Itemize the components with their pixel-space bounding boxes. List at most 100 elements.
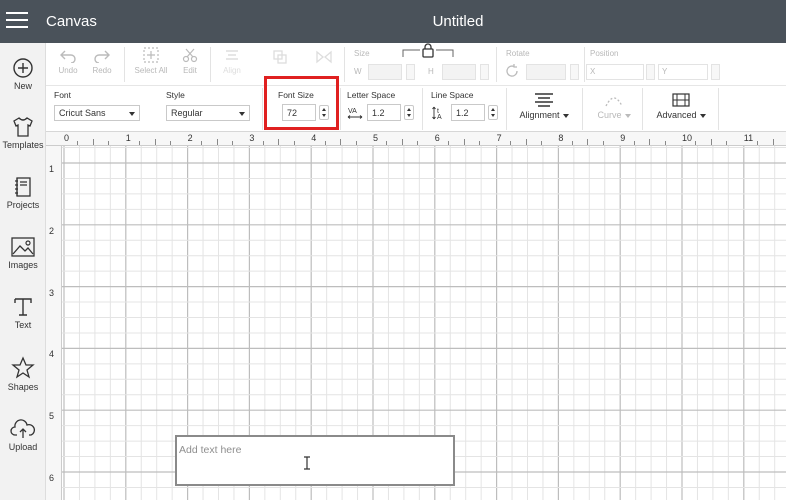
width-input[interactable] bbox=[368, 64, 402, 80]
left-sidebar: New Templates Projects Images Text Shape… bbox=[0, 43, 46, 500]
sidebar-item-images[interactable]: Images bbox=[0, 236, 46, 270]
redo-button[interactable]: Redo bbox=[88, 49, 116, 75]
ruler-tick bbox=[463, 139, 465, 145]
shapes-icon bbox=[11, 356, 35, 379]
line-space-icon: tA bbox=[432, 106, 442, 121]
text-input-box[interactable]: Add text here bbox=[175, 435, 455, 486]
chevron-down-icon bbox=[239, 112, 245, 116]
ruler-tick-label: 11 bbox=[743, 133, 754, 143]
ruler-tick-label: 1 bbox=[49, 164, 55, 174]
alignment-dropdown[interactable]: Alignment bbox=[516, 92, 572, 120]
curve-dropdown[interactable]: Curve bbox=[592, 92, 636, 120]
top-bar: Canvas Untitled bbox=[0, 0, 786, 43]
ruler-tick-label: 6 bbox=[434, 133, 440, 143]
height-input[interactable] bbox=[442, 64, 476, 80]
toolbar-divider bbox=[340, 88, 341, 130]
style-select[interactable]: Regular bbox=[166, 105, 250, 121]
rotate-stepper[interactable] bbox=[570, 64, 579, 80]
undo-button[interactable]: Undo bbox=[54, 49, 82, 75]
ruler-tick bbox=[710, 139, 712, 145]
sidebar-item-new[interactable]: New bbox=[0, 57, 46, 91]
ruler-tick bbox=[417, 141, 419, 145]
line-space-stepper[interactable] bbox=[488, 105, 498, 120]
ruler-tick bbox=[262, 141, 264, 145]
ruler-tick bbox=[231, 141, 233, 145]
sidebar-item-shapes[interactable]: Shapes bbox=[0, 356, 46, 392]
ruler-tick bbox=[386, 141, 388, 145]
toolbar-divider bbox=[422, 88, 423, 130]
ruler-tick bbox=[340, 139, 342, 145]
alignment-label: Alignment bbox=[519, 110, 560, 120]
position-x-stepper[interactable] bbox=[646, 64, 655, 80]
letter-space-input[interactable]: 1.2 bbox=[367, 104, 401, 121]
ruler-tick bbox=[757, 141, 759, 145]
select-all-button[interactable]: Select All bbox=[130, 47, 172, 75]
svg-text:A: A bbox=[437, 114, 442, 121]
line-space-input[interactable]: 1.2 bbox=[451, 104, 485, 121]
ruler-tick-label: 5 bbox=[49, 411, 55, 422]
size-w-label: W bbox=[354, 67, 362, 76]
ruler-tick bbox=[726, 141, 728, 145]
tshirt-icon bbox=[13, 117, 33, 137]
edit-label: Edit bbox=[183, 66, 197, 75]
height-stepper[interactable] bbox=[480, 64, 489, 80]
toolbar-divider bbox=[124, 47, 125, 82]
edit-toolbar: Undo Redo Select All Edit Align Size W H… bbox=[46, 43, 786, 86]
toolbar-divider bbox=[582, 88, 583, 130]
ruler-tick bbox=[587, 139, 589, 145]
ruler-tick bbox=[293, 141, 295, 145]
position-x-input[interactable] bbox=[586, 64, 644, 80]
align-dropdown[interactable]: Align bbox=[216, 49, 248, 75]
width-stepper[interactable] bbox=[406, 64, 415, 80]
ruler-tick-label: 7 bbox=[496, 133, 502, 143]
sidebar-item-upload[interactable]: Upload bbox=[0, 418, 46, 452]
ruler-tick bbox=[108, 141, 110, 145]
ruler-tick bbox=[216, 139, 218, 145]
rotate-input[interactable] bbox=[526, 64, 566, 80]
ruler-tick bbox=[695, 141, 697, 145]
image-icon bbox=[11, 237, 35, 257]
ruler-tick bbox=[278, 139, 280, 145]
letter-space-stepper[interactable] bbox=[404, 105, 414, 120]
ruler-tick-label: 1 bbox=[125, 133, 131, 143]
ruler-tick-label: 4 bbox=[49, 349, 55, 360]
ruler-tick bbox=[772, 139, 774, 145]
position-y-stepper[interactable] bbox=[711, 64, 720, 80]
toolbar-divider bbox=[584, 47, 585, 82]
sidebar-item-text[interactable]: Text bbox=[0, 296, 46, 330]
top-ruler: 0 1 2 3 4 5 6 7 8 9 10 11 bbox=[46, 132, 786, 146]
ruler-tick-label: 2 bbox=[49, 225, 55, 236]
advanced-label: Advanced bbox=[656, 110, 697, 120]
ruler-tick-label: 10 bbox=[682, 133, 693, 143]
advanced-dropdown[interactable]: Advanced bbox=[650, 92, 712, 120]
align-text-icon bbox=[535, 93, 553, 107]
edit-dropdown[interactable]: Edit bbox=[174, 47, 206, 75]
ruler-tick-label: 5 bbox=[373, 133, 379, 143]
align-label: Align bbox=[223, 66, 241, 75]
ruler-tick bbox=[355, 141, 357, 145]
position-y-input[interactable] bbox=[658, 64, 708, 80]
ruler-tick bbox=[525, 139, 527, 145]
ruler-tick-label: 3 bbox=[249, 133, 255, 143]
chevron-down-icon bbox=[129, 112, 135, 116]
curve-icon bbox=[605, 97, 623, 107]
font-select[interactable]: Cricut Sans bbox=[54, 105, 140, 121]
line-space-label: Line Space bbox=[431, 90, 474, 100]
sidebar-item-templates[interactable]: Templates bbox=[0, 116, 46, 150]
advanced-icon bbox=[672, 93, 690, 107]
arrange-button[interactable] bbox=[268, 49, 292, 68]
lock-icon[interactable] bbox=[402, 43, 454, 59]
left-ruler: 1 2 3 4 5 6 bbox=[46, 146, 62, 500]
undo-icon bbox=[60, 50, 76, 63]
document-title[interactable]: Untitled bbox=[0, 13, 786, 30]
sidebar-label-text: Text bbox=[14, 320, 32, 330]
toolbar-divider bbox=[210, 47, 211, 82]
sidebar-item-projects[interactable]: Projects bbox=[0, 176, 46, 210]
ruler-tick bbox=[510, 141, 512, 145]
text-t-icon bbox=[14, 298, 32, 316]
ruler-tick-label: 3 bbox=[49, 287, 55, 298]
ruler-tick bbox=[201, 141, 203, 145]
sidebar-label-upload: Upload bbox=[8, 442, 38, 452]
flip-button[interactable] bbox=[312, 49, 336, 68]
select-all-label: Select All bbox=[134, 66, 168, 75]
